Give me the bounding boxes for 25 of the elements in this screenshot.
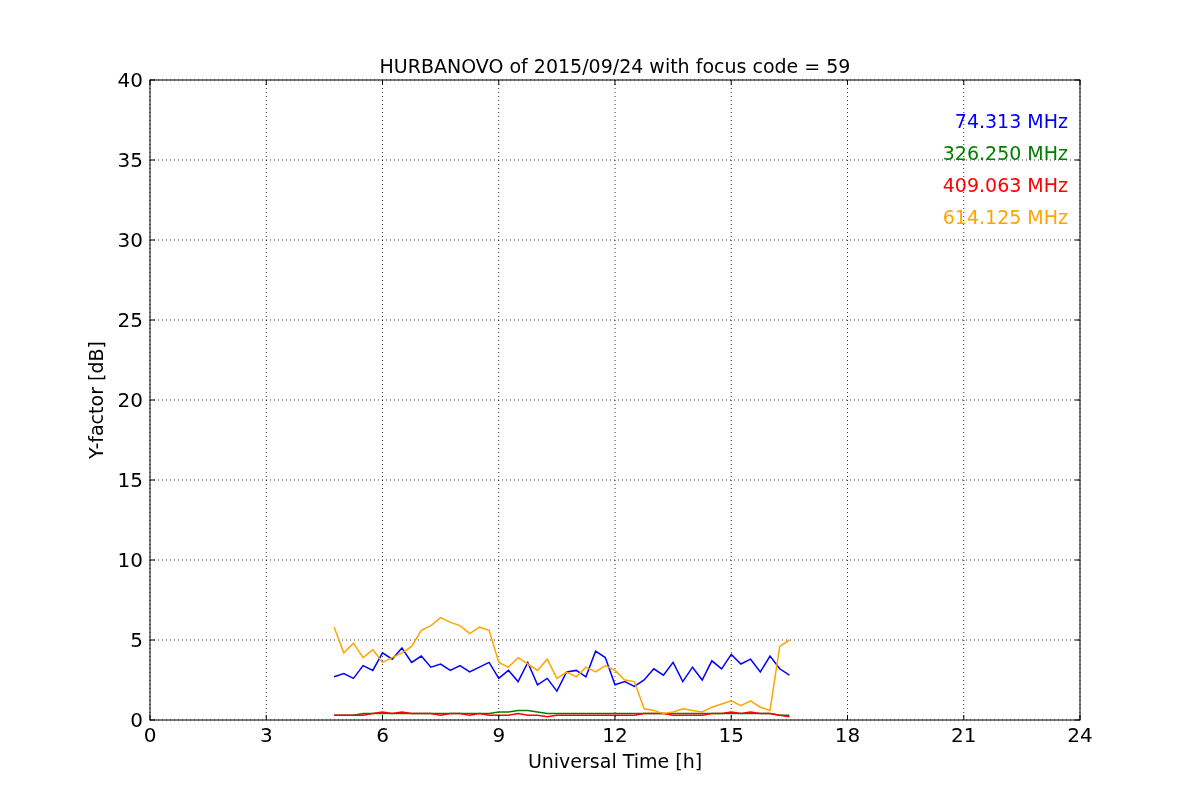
tick-label: 18 bbox=[834, 723, 861, 747]
tick-label: 15 bbox=[718, 723, 744, 747]
tick-label: 20 bbox=[117, 388, 143, 412]
tick-label: 9 bbox=[492, 723, 506, 747]
axis-title: Universal Time [h] bbox=[527, 750, 703, 772]
tick-label: 5 bbox=[130, 628, 143, 652]
tick-label: 0 bbox=[143, 723, 157, 747]
legend-label: 409.063 MHz bbox=[942, 174, 1068, 196]
tick-label: 6 bbox=[376, 723, 389, 747]
legend-label: 74.313 MHz bbox=[954, 110, 1068, 132]
legend-label: 326.250 MHz bbox=[942, 142, 1068, 164]
axis-title: Y-factor [dB] bbox=[85, 341, 107, 459]
tick-label: 35 bbox=[117, 148, 143, 172]
chart-title: HURBANOVO of 2015/09/24 with focus code = 59 bbox=[379, 55, 851, 77]
tick-label: 10 bbox=[117, 548, 143, 572]
tick-label: 15 bbox=[117, 468, 143, 492]
tick-label: 25 bbox=[117, 308, 143, 332]
tick-label: 3 bbox=[259, 723, 273, 747]
tick-label: 21 bbox=[951, 723, 977, 747]
legend-label: 614.125 MHz bbox=[942, 206, 1068, 228]
tick-label: 40 bbox=[117, 68, 143, 92]
tick-label: 30 bbox=[117, 228, 143, 252]
tick-label: 12 bbox=[602, 723, 628, 747]
tick-label: 24 bbox=[1067, 723, 1093, 747]
tick-label: 0 bbox=[130, 708, 143, 732]
